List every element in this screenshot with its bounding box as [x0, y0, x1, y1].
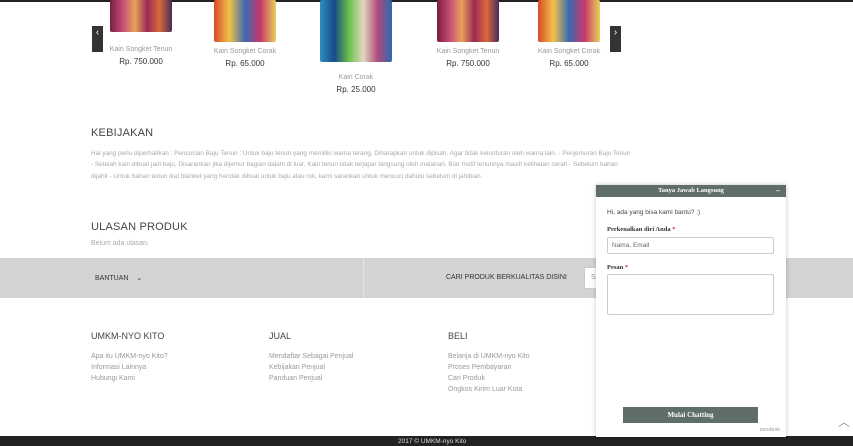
chevron-up-icon[interactable]: ︿ — [838, 413, 850, 429]
chevron-down-icon: ⌄ — [136, 275, 143, 282]
product-price: Rp. 25.000 — [336, 85, 376, 94]
footer-link[interactable]: Cari Produk — [448, 373, 530, 384]
copyright-bar: 2017 © UMKM-nyo Kito — [0, 436, 853, 446]
zendesk-brand: zendesk — [759, 427, 781, 433]
product-image[interactable] — [110, 0, 172, 32]
product-price: Rp. 750.000 — [119, 57, 163, 66]
product-price: Rp. 750.000 — [446, 59, 490, 68]
cari-produk-label: CARI PRODUK BERKUALITAS DISINI — [446, 274, 567, 281]
required-mark: * — [672, 226, 676, 233]
product-image[interactable] — [538, 0, 600, 42]
footer-col-heading: UMKM-NYO KITO — [91, 331, 165, 341]
message-label-text: Pesan — [607, 264, 624, 271]
chat-greeting: Hi, ada yang bisa kami bantu? :) — [607, 209, 701, 216]
copyright-text: 2017 © UMKM-nyo Kito — [398, 438, 467, 445]
bantuan-label: BANTUAN — [95, 275, 129, 282]
carousel-next-button[interactable]: › — [610, 26, 621, 52]
start-chat-button[interactable]: Mulai Chatting — [623, 407, 758, 423]
bantuan-dropdown[interactable]: BANTUAN ⌄ — [95, 274, 142, 282]
product-image[interactable] — [214, 0, 276, 42]
footer-link[interactable]: Proses Pembayaran — [448, 362, 530, 373]
kebijakan-title: KEBIJAKAN — [91, 127, 154, 139]
footer-link[interactable]: Apa itu UMKM-nyo Kito? — [91, 351, 168, 362]
product-name[interactable]: Kain Songket Corak — [190, 48, 300, 55]
product-card[interactable]: Kain Songket Corak Rp. 65.000 — [514, 0, 624, 68]
footer-link[interactable]: Panduan Penjual — [269, 373, 353, 384]
message-textarea[interactable] — [607, 274, 774, 315]
chevron-right-icon: › — [613, 27, 618, 38]
footer-link[interactable]: Kebijakan Penjual — [269, 362, 353, 373]
intro-label-text: Perkenalkan diri Anda — [607, 226, 671, 233]
chat-title: Tanya Jawab Langsung — [658, 187, 724, 194]
required-mark: * — [624, 264, 629, 271]
name-email-field[interactable]: Nama, Email — [607, 237, 774, 254]
footer-link[interactable]: Hubungi Kami — [91, 373, 168, 384]
product-carousel: ‹ Kain Songket Tenun Rp. 750.000 Kain So… — [92, 0, 622, 104]
product-price: Rp. 65.000 — [549, 59, 589, 68]
product-name[interactable]: Kain Songket Tenun — [86, 46, 196, 53]
footer-col-umkm: UMKM-NYO KITO Apa itu UMKM-nyo Kito? Inf… — [91, 331, 168, 384]
intro-label: Perkenalkan diri Anda * — [607, 226, 675, 233]
product-image[interactable] — [437, 0, 499, 42]
kebijakan-text: Hal yang perlu diperhatikan : Pencucian … — [91, 150, 631, 180]
ulasan-title: ULASAN PRODUK — [91, 221, 188, 233]
chat-header[interactable]: Tanya Jawab Langsung – — [596, 185, 786, 197]
footer-link[interactable]: Informasi Lainnya — [91, 362, 168, 373]
product-card[interactable]: Kain Songket Tenun Rp. 750.000 — [413, 0, 523, 68]
product-price: Rp. 65.000 — [225, 59, 265, 68]
product-name[interactable]: Kain Songket Tenun — [413, 48, 523, 55]
footer-col-beli: BELI Belanja di UMKM-nyo Kito Proses Pem… — [448, 331, 530, 395]
bar-divider — [363, 258, 364, 298]
product-name[interactable]: Kain Corak — [301, 74, 411, 81]
minimize-button[interactable]: – — [776, 185, 780, 197]
footer-col-heading: JUAL — [269, 331, 292, 341]
chat-widget: Tanya Jawab Langsung – Hi, ada yang bisa… — [596, 185, 786, 437]
ulasan-empty-text: Belum ada ulasan. — [91, 240, 149, 247]
footer-link[interactable]: Mendaftar Sebagai Penjual — [269, 351, 353, 362]
footer-link[interactable]: Belanja di UMKM-nyo Kito — [448, 351, 530, 362]
footer-col-heading: BELI — [448, 331, 468, 341]
product-card[interactable]: Kain Songket Tenun Rp. 750.000 — [86, 0, 196, 66]
message-label: Pesan * — [607, 264, 628, 271]
product-name[interactable]: Kain Songket Corak — [514, 48, 624, 55]
footer-link[interactable]: Ongkos Kirim Luar Kota — [448, 384, 530, 395]
footer-col-jual: JUAL Mendaftar Sebagai Penjual Kebijakan… — [269, 331, 353, 384]
product-card[interactable]: Kain Corak Rp. 25.000 — [301, 0, 411, 94]
product-card[interactable]: Kain Songket Corak Rp. 65.000 — [190, 0, 300, 68]
product-image[interactable] — [320, 0, 392, 62]
